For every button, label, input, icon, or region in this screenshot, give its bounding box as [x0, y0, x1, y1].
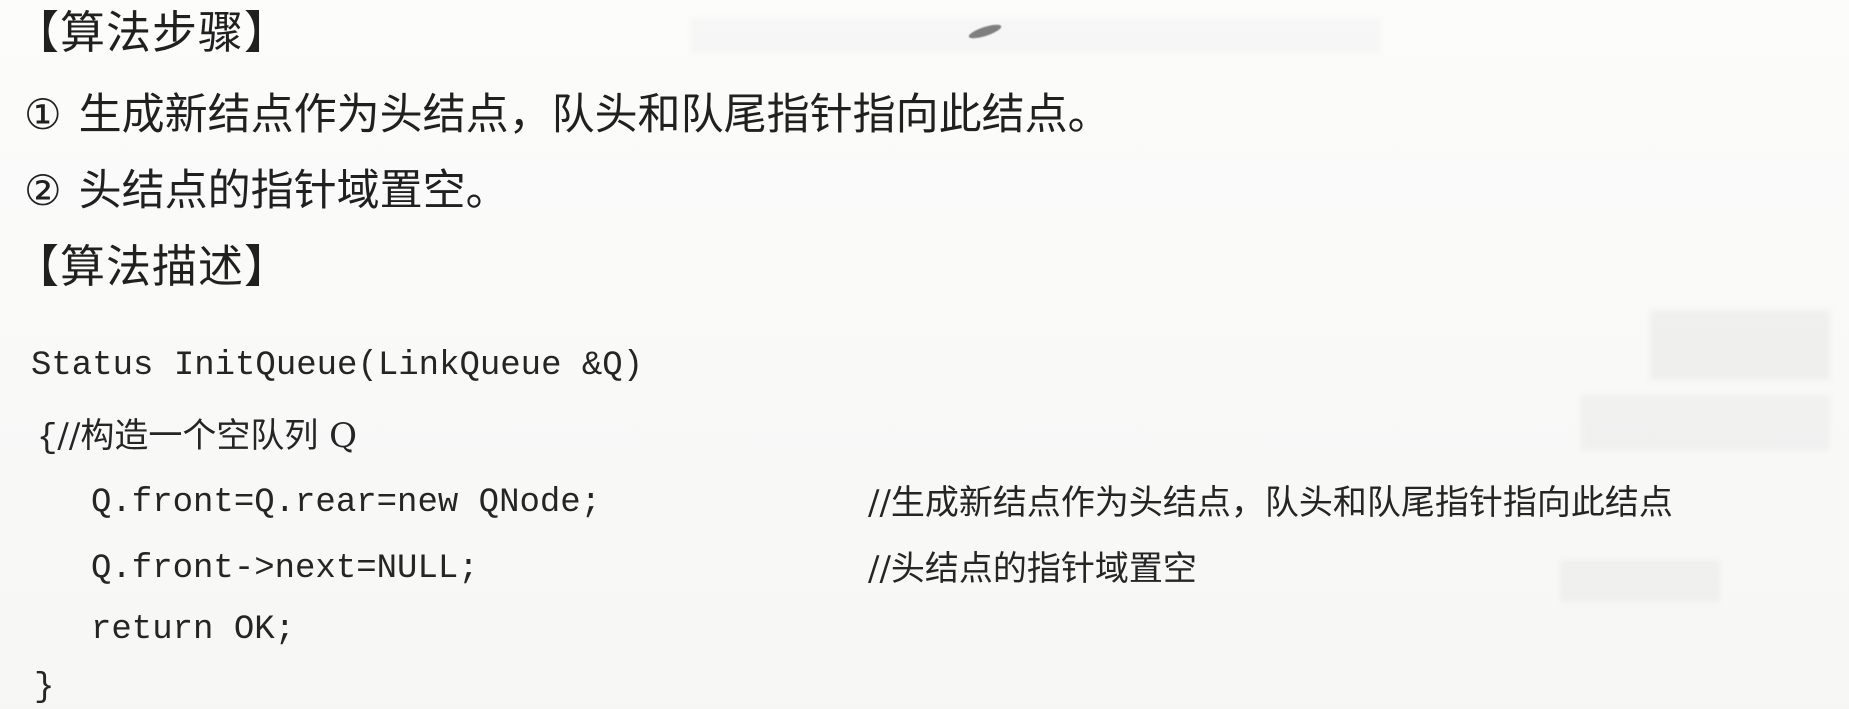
open-comment: //构造一个空队列 Q	[57, 416, 357, 456]
step-text: 头结点的指针域置空。	[78, 166, 509, 216]
algorithm-description-heading: 【算法描述】	[14, 240, 291, 293]
algorithm-steps-heading: 【算法步骤】	[14, 6, 291, 59]
code-comment: //生成新结点作为头结点，队头和队尾指针指向此结点	[868, 483, 1673, 523]
code-line: Q.front->next=NULL;	[91, 550, 479, 588]
code-comment: //头结点的指针域置空	[868, 549, 1197, 589]
step-text: 生成新结点作为头结点，队头和队尾指针指向此结点。	[78, 90, 1111, 140]
step-1: ① 生成新结点作为头结点，队头和队尾指针指向此结点。	[24, 94, 1111, 137]
closing-brace: }	[34, 669, 55, 707]
code-line: return OK;	[91, 611, 296, 649]
background-bleedthrough	[1560, 560, 1720, 602]
step-2: ② 头结点的指针域置空。	[24, 170, 509, 213]
step-number: ②	[24, 166, 62, 215]
opening-brace-line: {//构造一个空队列 Q	[37, 419, 357, 456]
code-line: Q.front=Q.rear=new QNode;	[91, 484, 602, 522]
background-bleedthrough	[1580, 395, 1830, 451]
function-signature: Status InitQueue(LinkQueue &Q)	[31, 347, 644, 385]
background-bleedthrough	[690, 18, 1380, 54]
open-brace: {	[37, 420, 58, 458]
background-bleedthrough	[1650, 310, 1830, 380]
step-number: ①	[24, 90, 62, 139]
